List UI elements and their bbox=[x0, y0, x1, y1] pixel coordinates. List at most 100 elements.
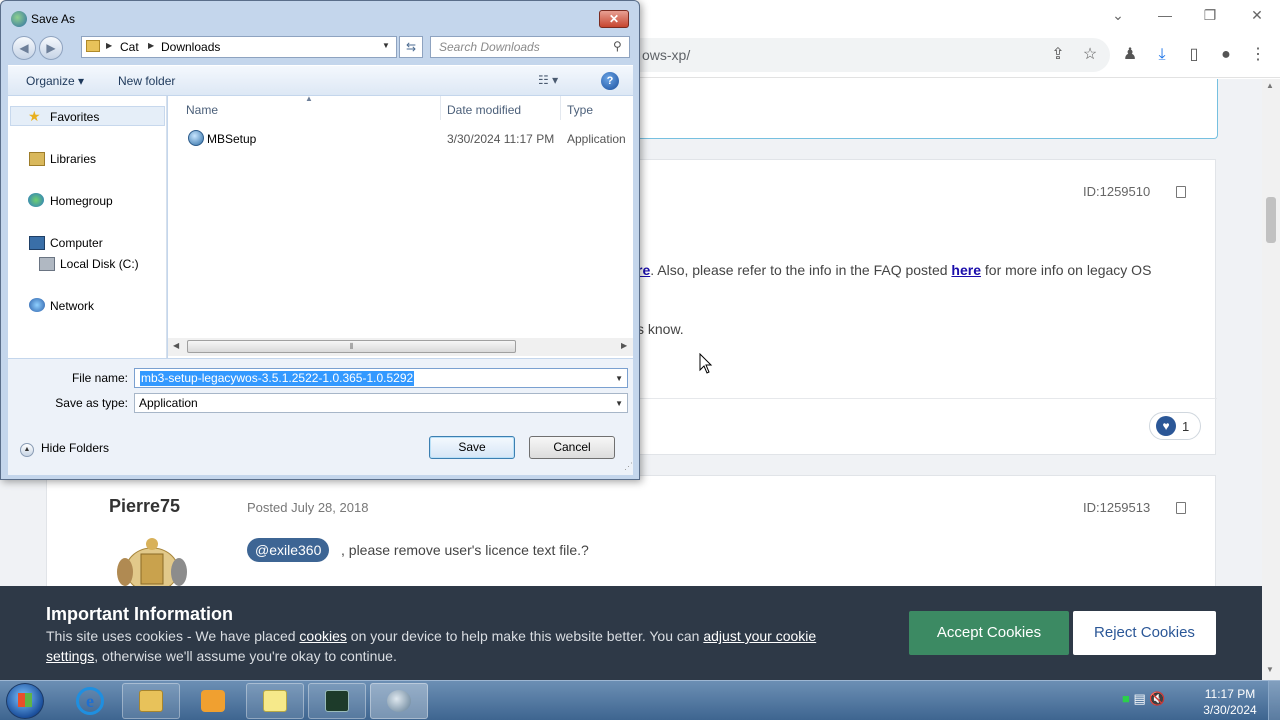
network-tray-icon[interactable]: ▤ bbox=[1133, 691, 1145, 706]
system-tray[interactable]: ■ ▤ 🔇 bbox=[1122, 691, 1166, 707]
search-icon[interactable]: ⚲ bbox=[613, 39, 622, 53]
tab-search-icon[interactable]: ⌄ bbox=[1098, 4, 1138, 26]
reject-cookies-button[interactable]: Reject Cookies bbox=[1073, 611, 1216, 655]
nav-homegroup[interactable]: Homegroup bbox=[50, 194, 113, 208]
horizontal-scrollbar[interactable]: ◀ ⦀ ▶ bbox=[168, 338, 633, 356]
bookmark-icon[interactable] bbox=[1176, 186, 1186, 198]
profile-icon[interactable]: ● bbox=[1215, 44, 1237, 66]
share-icon[interactable]: ⇪ bbox=[1047, 44, 1069, 66]
post-text: re. Also, please refer to the info in th… bbox=[637, 262, 1152, 278]
nav-network[interactable]: Network bbox=[50, 299, 94, 313]
reaction-button[interactable]: ♥ 1 bbox=[1149, 412, 1201, 440]
bookmark-icon[interactable] bbox=[1176, 502, 1186, 514]
hide-folders-button[interactable]: Hide Folders bbox=[41, 441, 109, 455]
view-options-icon[interactable]: ☷ ▾ bbox=[538, 73, 558, 87]
collapse-icon[interactable]: ▲ bbox=[20, 443, 34, 457]
breadcrumb-item-downloads[interactable]: Downloads bbox=[161, 40, 220, 54]
file-list: ▲ Name Date modified Type MBSetup 3/30/2… bbox=[168, 94, 633, 358]
post-author[interactable]: Pierre75 bbox=[109, 496, 180, 517]
browser-icon bbox=[387, 690, 411, 712]
search-input[interactable]: Search Downloads bbox=[430, 36, 630, 58]
menu-icon[interactable]: ⋮ bbox=[1247, 44, 1269, 66]
clock-time[interactable]: 11:17 PM bbox=[1198, 687, 1262, 701]
post-id: ID:1259510 bbox=[1083, 184, 1151, 199]
column-header-date[interactable]: Date modified bbox=[447, 103, 521, 117]
extensions-icon[interactable]: ♟ bbox=[1119, 44, 1141, 66]
breadcrumb[interactable]: ▶ Cat ▶ Downloads ▼ bbox=[81, 36, 397, 58]
close-window-button[interactable]: ✕ bbox=[1237, 4, 1277, 26]
disk-icon bbox=[39, 257, 55, 271]
nav-computer[interactable]: Computer bbox=[50, 236, 103, 250]
reaction-count: 1 bbox=[1182, 419, 1190, 434]
here-link-2[interactable]: here bbox=[951, 262, 981, 278]
dialog-close-button[interactable]: ✕ bbox=[599, 10, 629, 28]
accept-cookies-button[interactable]: Accept Cookies bbox=[909, 611, 1069, 655]
tray-app-icon[interactable]: ■ bbox=[1122, 691, 1130, 706]
taskbar: e ■ ▤ 🔇 11:17 PM 3/30/2024 bbox=[0, 680, 1280, 720]
save-as-dialog: Save As ✕ ◀ ▶ ▶ Cat ▶ Downloads ▼ ⇆ Sear… bbox=[0, 0, 640, 480]
scroll-up-arrow[interactable]: ▲ bbox=[1266, 81, 1274, 90]
cookies-link[interactable]: cookies bbox=[299, 628, 346, 644]
volume-muted-icon[interactable]: 🔇 bbox=[1149, 691, 1165, 706]
folder-icon bbox=[86, 40, 100, 52]
chevron-down-icon[interactable]: ▼ bbox=[382, 41, 390, 50]
horizontal-scroll-thumb[interactable]: ⦀ bbox=[187, 340, 516, 353]
file-name[interactable]: MBSetup bbox=[207, 132, 256, 146]
url-text[interactable]: ows-xp/ bbox=[642, 47, 690, 63]
taskbar-sticky-notes[interactable] bbox=[246, 683, 304, 719]
nav-favorites[interactable]: Favorites bbox=[50, 110, 99, 124]
task-manager-icon bbox=[325, 690, 349, 712]
homegroup-icon bbox=[28, 193, 44, 207]
taskbar-browser[interactable] bbox=[370, 683, 428, 719]
cookie-text: This site uses cookies - We have placed … bbox=[46, 628, 817, 664]
minimize-button[interactable]: — bbox=[1145, 4, 1185, 26]
resize-grip-icon[interactable]: ⋰ bbox=[624, 461, 633, 472]
mention-tag[interactable]: @exile360 bbox=[247, 538, 330, 562]
organize-menu[interactable]: Organize ▾ bbox=[26, 74, 84, 88]
save-button[interactable]: Save bbox=[429, 436, 515, 459]
clock-date[interactable]: 3/30/2024 bbox=[1198, 703, 1262, 717]
dialog-titlebar[interactable]: Save As ✕ bbox=[1, 1, 639, 35]
save-as-type-select[interactable]: Application ▼ bbox=[134, 393, 628, 413]
taskbar-explorer[interactable] bbox=[122, 683, 180, 719]
scroll-thumb[interactable] bbox=[1266, 197, 1276, 243]
chevron-right-icon[interactable]: ▶ bbox=[148, 41, 154, 50]
file-name-input[interactable]: mb3-setup-legacywos-3.5.1.2522-1.0.365-1… bbox=[134, 368, 628, 388]
chevron-down-icon[interactable]: ▼ bbox=[615, 374, 623, 383]
restore-button[interactable]: ❐ bbox=[1190, 4, 1230, 26]
internet-explorer-icon[interactable]: e bbox=[76, 687, 104, 715]
refresh-button[interactable]: ⇆ bbox=[399, 36, 423, 58]
nav-libraries[interactable]: Libraries bbox=[50, 152, 96, 166]
file-name-value[interactable]: mb3-setup-legacywos-3.5.1.2522-1.0.365-1… bbox=[140, 371, 415, 386]
chevron-down-icon[interactable]: ▼ bbox=[615, 399, 623, 408]
post-date: Posted July 28, 2018 bbox=[247, 500, 369, 515]
start-button[interactable] bbox=[6, 683, 44, 719]
back-button[interactable]: ◀ bbox=[12, 36, 36, 60]
chevron-right-icon[interactable]: ▶ bbox=[106, 41, 112, 50]
avatar[interactable] bbox=[107, 532, 197, 592]
scroll-left-arrow[interactable]: ◀ bbox=[173, 341, 179, 350]
column-divider[interactable] bbox=[440, 96, 441, 120]
side-panel-icon[interactable]: ▯ bbox=[1183, 44, 1205, 66]
downloads-icon[interactable]: ⤓ bbox=[1151, 44, 1173, 66]
breadcrumb-item-cat[interactable]: Cat bbox=[120, 40, 139, 54]
page-scrollbar[interactable]: ▲ ▼ bbox=[1262, 79, 1280, 680]
navigation-pane: ★ Favorites Libraries Homegroup Computer… bbox=[8, 96, 167, 358]
bookmark-star-icon[interactable]: ☆ bbox=[1079, 44, 1101, 66]
nav-local-disk[interactable]: Local Disk (C:) bbox=[60, 257, 139, 271]
column-header-name[interactable]: Name bbox=[186, 103, 218, 117]
divider bbox=[637, 398, 1217, 399]
help-icon[interactable]: ? bbox=[601, 72, 619, 90]
cancel-button[interactable]: Cancel bbox=[529, 436, 615, 459]
cookie-title: Important Information bbox=[46, 604, 233, 624]
column-header-type[interactable]: Type bbox=[567, 103, 593, 117]
column-divider[interactable] bbox=[560, 96, 561, 120]
new-folder-button[interactable]: New folder bbox=[118, 74, 175, 88]
scroll-right-arrow[interactable]: ▶ bbox=[621, 341, 627, 350]
scroll-down-arrow[interactable]: ▼ bbox=[1266, 665, 1274, 674]
show-desktop-button[interactable] bbox=[1268, 681, 1280, 720]
forward-button[interactable]: ▶ bbox=[39, 36, 63, 60]
taskbar-media-player[interactable] bbox=[184, 683, 242, 719]
taskbar-task-manager[interactable] bbox=[308, 683, 366, 719]
address-bar[interactable] bbox=[620, 38, 1110, 72]
